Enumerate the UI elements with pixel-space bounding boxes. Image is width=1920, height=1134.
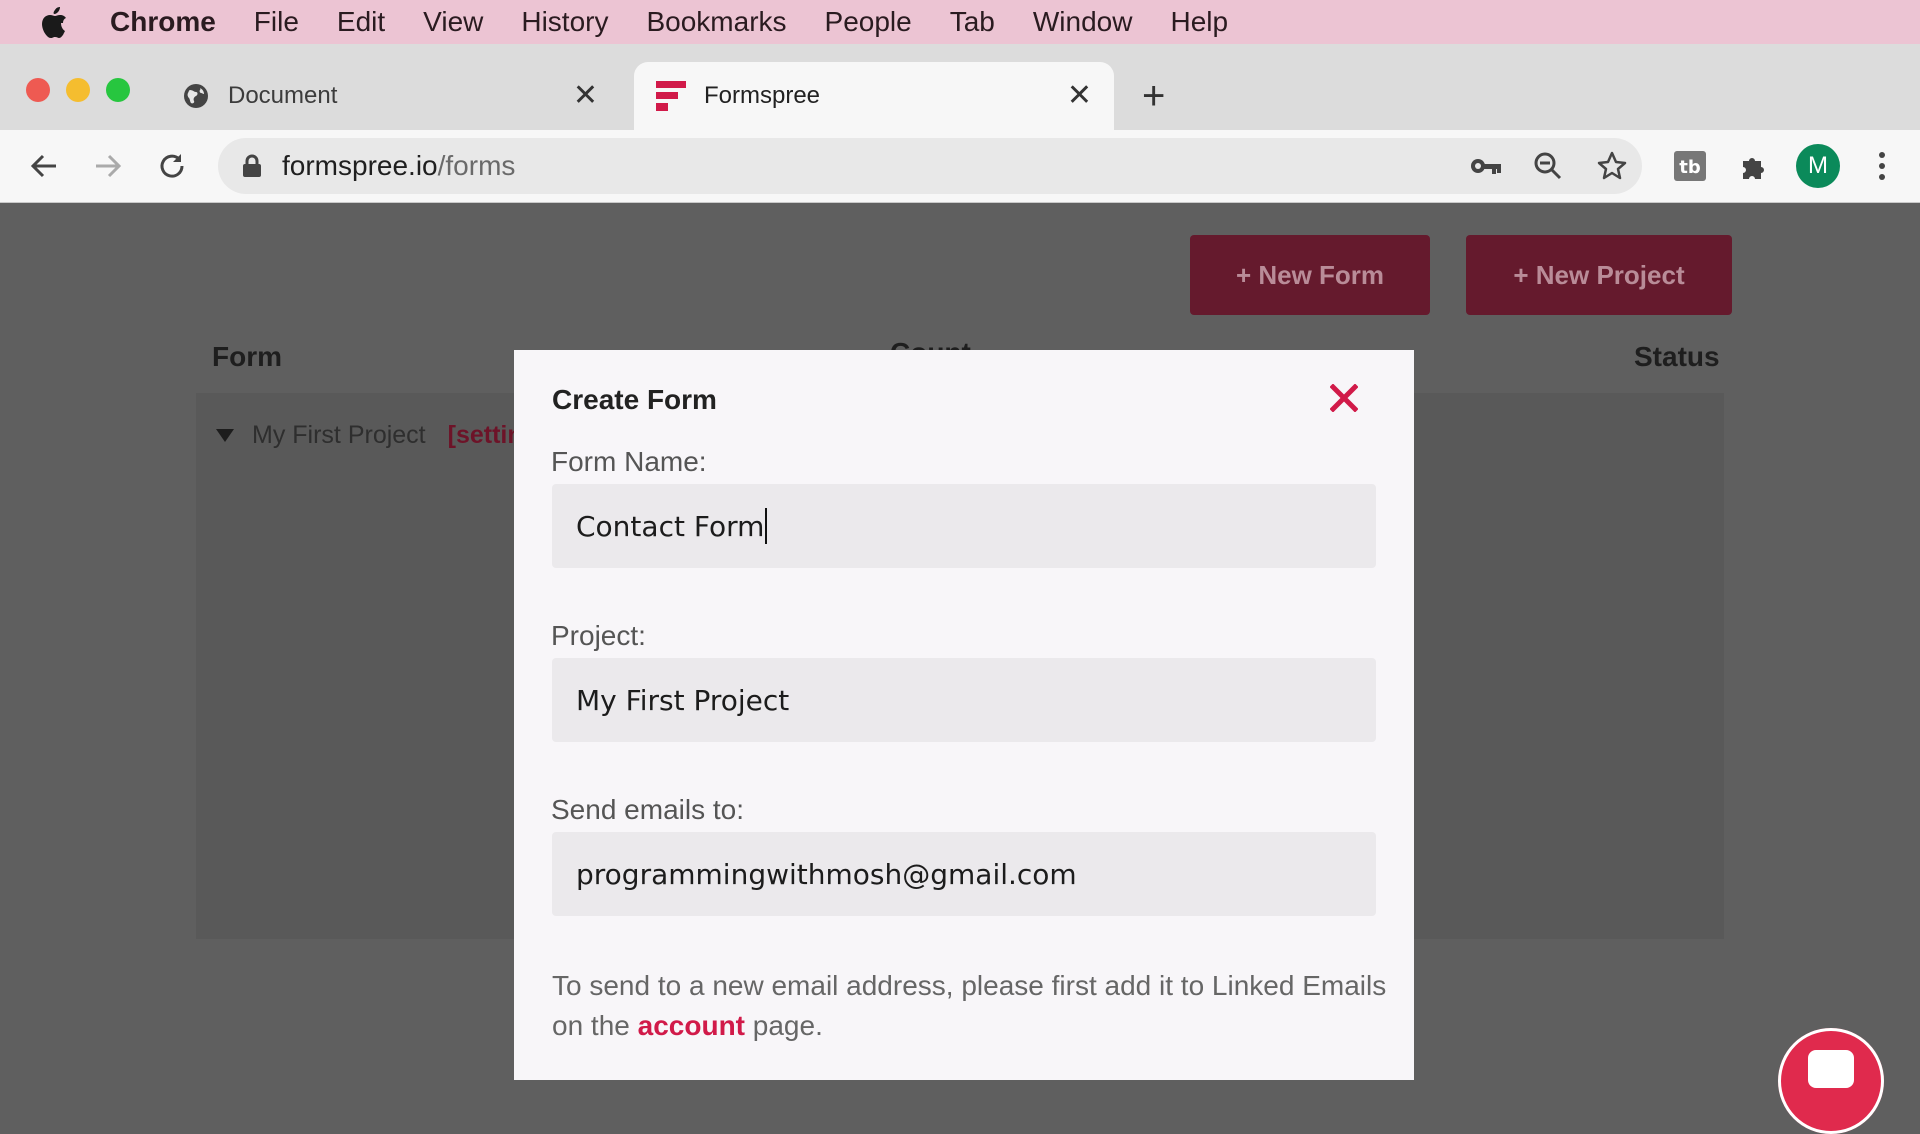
zoom-out-icon[interactable] <box>1530 148 1566 184</box>
menu-window[interactable]: Window <box>1033 6 1133 38</box>
project-select-value: My First Project <box>576 683 790 717</box>
bookmark-star-icon[interactable] <box>1594 148 1630 184</box>
send-emails-label: Send emails to: <box>551 794 744 825</box>
menu-help[interactable]: Help <box>1170 6 1228 38</box>
key-icon[interactable] <box>1468 148 1504 184</box>
column-header-count: Count <box>890 337 971 351</box>
modal-title: Create Form <box>552 384 717 415</box>
browser-toolbar: formspree.io/forms tb M <box>0 130 1920 203</box>
apple-icon[interactable] <box>40 5 70 39</box>
close-icon[interactable] <box>1326 380 1362 416</box>
form-name-value: Contact Form <box>576 509 765 543</box>
send-emails-select[interactable]: programmingwithmosh@gmail.com <box>552 832 1376 916</box>
extension-tb-icon[interactable]: tb <box>1672 148 1708 184</box>
collapse-triangle-icon[interactable] <box>216 429 234 442</box>
menu-bar: Chrome File Edit View History Bookmarks … <box>0 0 1920 44</box>
create-form-modal: Create Form Form Name: Contact Form Proj… <box>514 350 1414 1080</box>
column-header-status: Status <box>1634 341 1720 372</box>
minimize-window-button[interactable] <box>66 78 90 102</box>
menu-edit[interactable]: Edit <box>337 6 385 38</box>
menu-tab[interactable]: Tab <box>950 6 995 38</box>
tab-formspree[interactable]: Formspree ✕ <box>634 62 1114 130</box>
close-window-button[interactable] <box>26 78 50 102</box>
zoom-window-button[interactable] <box>106 78 130 102</box>
svg-text:tb: tb <box>1679 157 1701 178</box>
column-header-form: Form <box>212 341 282 372</box>
tab-document[interactable]: Document ✕ <box>160 62 620 130</box>
globe-icon <box>182 82 210 110</box>
menu-file[interactable]: File <box>254 6 299 38</box>
chat-widget-button[interactable] <box>1778 1028 1884 1134</box>
menu-history[interactable]: History <box>521 6 608 38</box>
new-form-button[interactable]: + New Form <box>1190 235 1430 315</box>
close-tab-icon[interactable]: ✕ <box>1067 81 1092 111</box>
form-name-input[interactable]: Contact Form <box>552 484 1376 568</box>
menu-chrome[interactable]: Chrome <box>110 6 216 38</box>
text-caret <box>765 508 768 544</box>
new-project-button[interactable]: + New Project <box>1466 235 1732 315</box>
puzzle-icon[interactable] <box>1736 148 1772 184</box>
form-name-label: Form Name: <box>551 446 707 477</box>
project-select[interactable]: My First Project <box>552 658 1376 742</box>
formspree-logo-icon <box>656 81 686 111</box>
url-text: formspree.io/forms <box>282 150 516 181</box>
reload-icon[interactable] <box>154 148 190 184</box>
menu-view[interactable]: View <box>423 6 483 38</box>
kebab-menu-icon[interactable] <box>1868 148 1896 184</box>
project-row[interactable]: My First Project [settings] <box>216 421 560 450</box>
chat-icon <box>1808 1050 1854 1088</box>
new-tab-button[interactable]: + <box>1142 76 1165 116</box>
send-emails-value: programmingwithmosh@gmail.com <box>576 857 1077 891</box>
menu-bookmarks[interactable]: Bookmarks <box>646 6 786 38</box>
close-tab-icon[interactable]: ✕ <box>573 81 598 111</box>
linked-emails-help: To send to a new email address, please f… <box>552 970 1387 1041</box>
tab-title: Formspree <box>704 82 821 109</box>
tab-title: Document <box>228 82 338 109</box>
back-arrow-icon[interactable] <box>26 148 62 184</box>
address-bar[interactable]: formspree.io/forms <box>218 138 1642 194</box>
tab-strip: Document ✕ Formspree ✕ + <box>0 44 1920 130</box>
forward-arrow-icon[interactable] <box>90 148 126 184</box>
lock-icon[interactable] <box>242 154 262 178</box>
project-name: My First Project <box>252 421 426 449</box>
account-link[interactable]: account <box>638 1010 745 1041</box>
menu-people[interactable]: People <box>825 6 912 38</box>
project-label: Project: <box>551 620 646 651</box>
avatar[interactable]: M <box>1796 144 1840 188</box>
